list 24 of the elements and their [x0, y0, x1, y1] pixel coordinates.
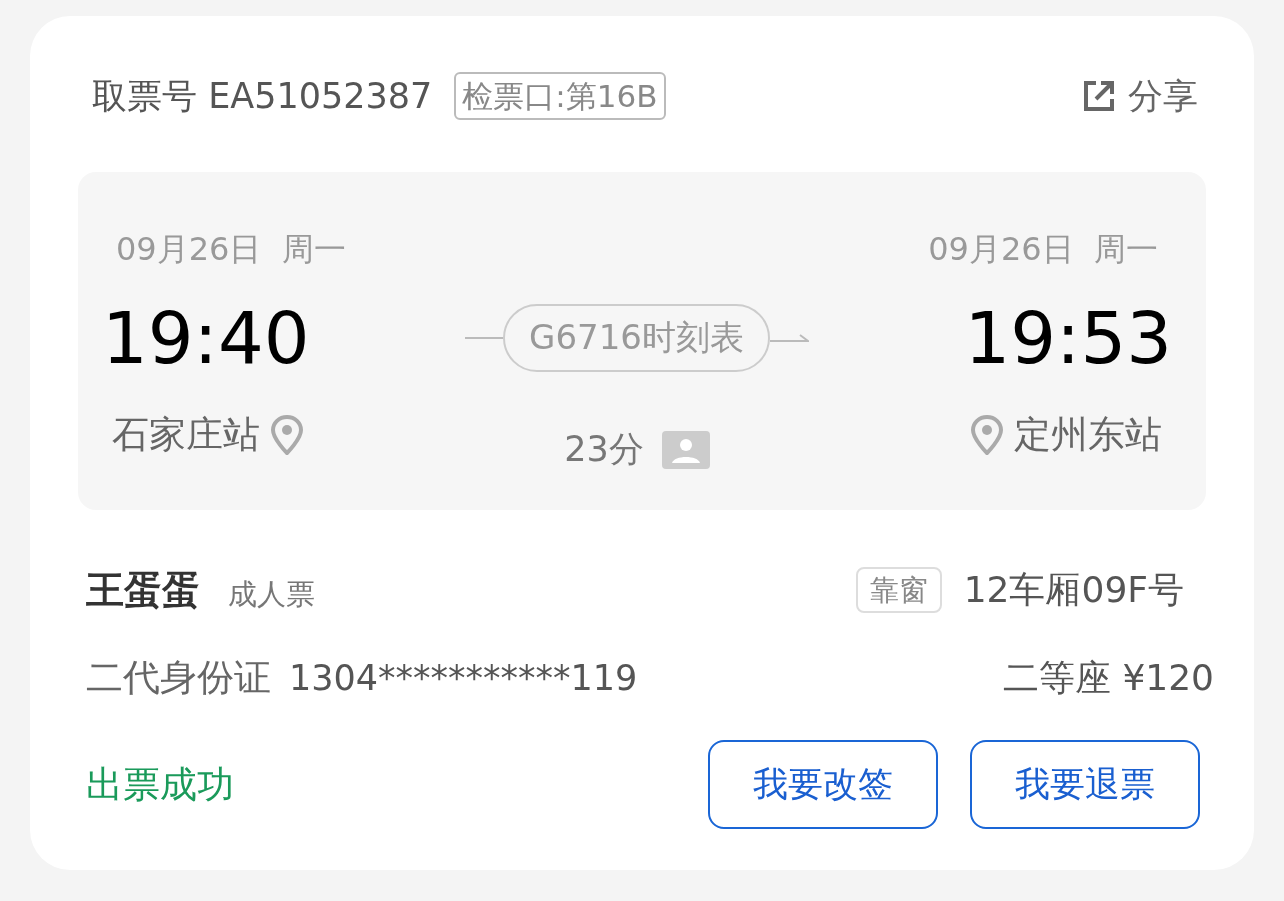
- seat-tag: 靠窗: [855, 567, 942, 613]
- share-icon: [1082, 79, 1116, 113]
- seat-number: 12车厢09F号: [963, 567, 1184, 612]
- ticket-number: 取票号 EA51052387: [92, 74, 433, 118]
- departure-date: 09月26日 周一: [115, 229, 347, 270]
- passenger-name: 王蛋蛋: [86, 566, 200, 614]
- share-button[interactable]: 分享: [1082, 72, 1198, 120]
- gate-tag: 检票口:第16B: [454, 72, 666, 120]
- duration: 23分: [564, 428, 644, 471]
- action-button[interactable]: 我要改签: [708, 740, 938, 829]
- location-pin-icon: [970, 415, 1004, 455]
- ticket-type: 成人票: [228, 576, 315, 613]
- person-icon: [661, 430, 710, 469]
- arrival-time: 19:53: [964, 302, 1172, 374]
- arrival-date: 09月26日 周一: [927, 229, 1159, 270]
- action-button[interactable]: 我要退票: [970, 740, 1200, 829]
- id-number: 1304***********119: [289, 658, 638, 698]
- departure-time: 19:40: [102, 302, 311, 374]
- seat-class-price: 二等座 ¥120: [1002, 655, 1214, 700]
- location-pin-icon: [270, 415, 304, 455]
- departure-station: 石家庄站: [112, 412, 260, 458]
- arrival-station: 定州东站: [1014, 412, 1162, 458]
- id-type: 二代身份证: [86, 655, 271, 701]
- ticket-status: 出票成功: [86, 761, 234, 808]
